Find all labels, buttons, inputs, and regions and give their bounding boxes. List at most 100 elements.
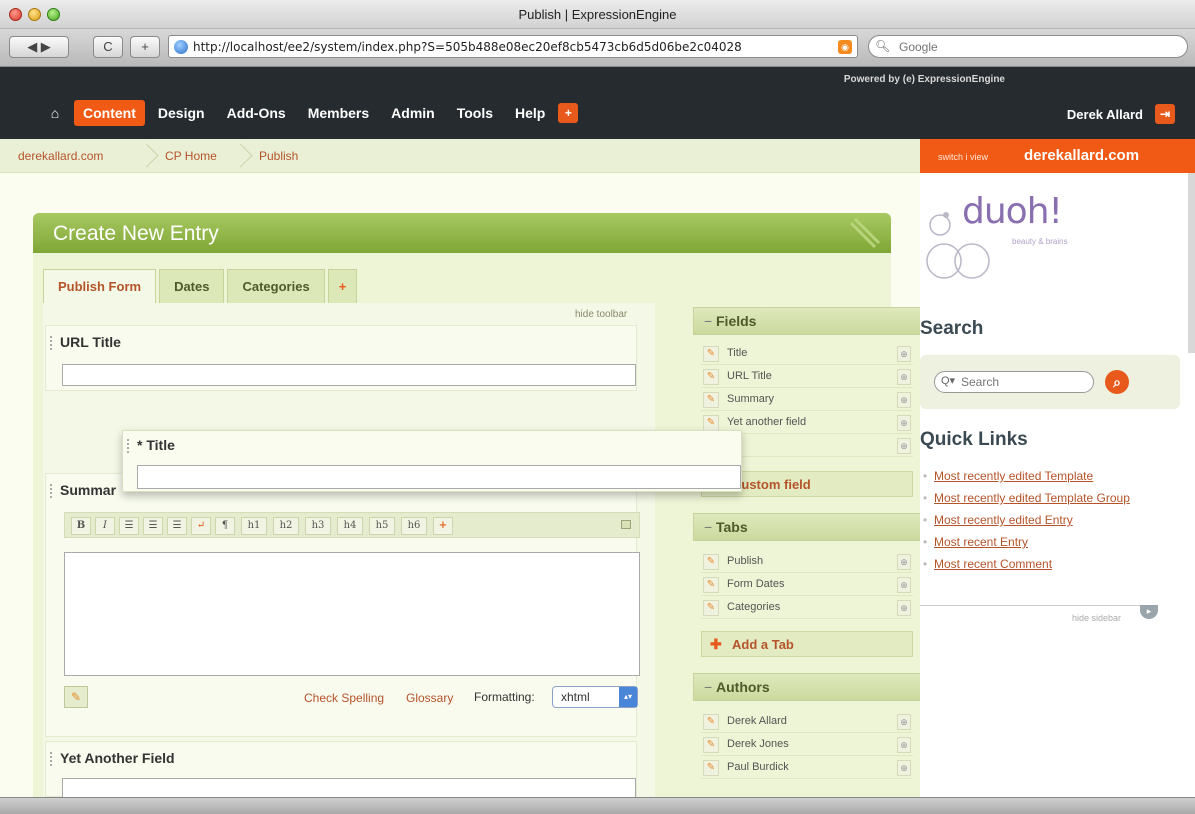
- formatting-toolbar: B I ☰ ☰ ☰ ↵ ¶ h1 h2 h3 h4 h5 h6 +: [64, 512, 640, 538]
- nav-add-ons[interactable]: Add-Ons: [218, 100, 295, 126]
- check-spelling-link[interactable]: Check Spelling: [304, 691, 384, 705]
- add-bookmark-button[interactable]: +: [130, 36, 160, 58]
- scrollbar[interactable]: [1188, 173, 1195, 353]
- visibility-icon[interactable]: ⊕: [897, 600, 911, 616]
- edit-pencil-icon[interactable]: ✎: [703, 554, 719, 570]
- nav-help[interactable]: Help: [506, 100, 554, 126]
- hide-sidebar-link[interactable]: hide sidebar: [1072, 613, 1121, 623]
- title-input[interactable]: [137, 465, 741, 489]
- url-title-input[interactable]: [62, 364, 636, 386]
- ordered-list-button[interactable]: ☰: [143, 517, 163, 535]
- panel-header: Create New Entry: [33, 213, 891, 253]
- sidebar-search-field[interactable]: Q▾: [934, 371, 1094, 393]
- edit-pencil-icon[interactable]: ✎: [703, 369, 719, 385]
- collapse-sidebar-icon[interactable]: ▸: [1140, 605, 1158, 619]
- edit-pencil-icon[interactable]: ✎: [64, 686, 88, 708]
- nav-admin[interactable]: Admin: [382, 100, 444, 126]
- nav-content[interactable]: Content: [74, 100, 145, 126]
- h1-button[interactable]: h1: [241, 517, 267, 535]
- search-submit-icon[interactable]: ⌕: [1105, 370, 1129, 394]
- tabs-section-header[interactable]: Tabs: [693, 513, 921, 541]
- drag-handle[interactable]: [50, 752, 53, 766]
- bold-button[interactable]: B: [71, 517, 91, 535]
- visibility-icon[interactable]: ⊕: [897, 415, 911, 431]
- title-field-dragging[interactable]: * Title: [122, 430, 742, 492]
- edit-pencil-icon[interactable]: ✎: [703, 714, 719, 730]
- quick-link[interactable]: Most recently edited Template Group: [934, 491, 1130, 505]
- field-label: URL Title: [60, 334, 121, 350]
- url-input[interactable]: [193, 38, 823, 56]
- visibility-icon[interactable]: ⊕: [897, 392, 911, 408]
- drag-handle[interactable]: [50, 484, 53, 498]
- line-break-button[interactable]: ↵: [191, 517, 211, 535]
- quick-link[interactable]: Most recently edited Template: [934, 469, 1093, 483]
- edit-pencil-icon[interactable]: ✎: [703, 346, 719, 362]
- username-link[interactable]: Derek Allard: [1067, 107, 1143, 122]
- edit-pencil-icon[interactable]: ✎: [703, 737, 719, 753]
- summary-textarea[interactable]: [64, 552, 640, 676]
- layout-field-row: ✎ URL Title ⊕: [701, 366, 913, 388]
- h5-button[interactable]: h5: [369, 517, 395, 535]
- breadcrumb-site[interactable]: derekallard.com: [18, 149, 103, 163]
- visibility-icon[interactable]: ⊕: [897, 577, 911, 593]
- google-search-box[interactable]: 🔍︎: [868, 35, 1188, 58]
- tab-categories[interactable]: Categories: [227, 269, 325, 303]
- add-tab-action-button[interactable]: ✚ Add a Tab: [701, 631, 913, 657]
- edit-pencil-icon[interactable]: ✎: [703, 577, 719, 593]
- add-tab-button[interactable]: +: [327, 269, 358, 303]
- address-bar[interactable]: ◉: [168, 35, 858, 58]
- nav-design[interactable]: Design: [149, 100, 214, 126]
- drag-handle[interactable]: [127, 439, 130, 453]
- site-switcher[interactable]: switch i view derekallard.com: [920, 139, 1195, 173]
- rss-icon[interactable]: ◉: [838, 40, 852, 54]
- visibility-icon[interactable]: ⊕: [897, 554, 911, 570]
- fields-section-header[interactable]: Fields: [693, 307, 921, 335]
- blockquote-button[interactable]: ☰: [167, 517, 187, 535]
- glossary-link[interactable]: Glossary: [406, 691, 453, 705]
- collapse-toolbar-icon[interactable]: [621, 520, 631, 529]
- quick-link[interactable]: Most recent Entry: [934, 535, 1028, 549]
- tab-publish-form[interactable]: Publish Form: [43, 269, 157, 304]
- drag-handle[interactable]: [50, 336, 53, 350]
- edit-pencil-icon[interactable]: ✎: [703, 392, 719, 408]
- quick-link[interactable]: Most recently edited Entry: [934, 513, 1073, 527]
- italic-button[interactable]: I: [95, 517, 115, 535]
- h6-button[interactable]: h6: [401, 517, 427, 535]
- unordered-list-button[interactable]: ☰: [119, 517, 139, 535]
- add-button-icon[interactable]: +: [433, 517, 453, 535]
- main-nav: ⌂ Content Design Add-Ons Members Admin T…: [40, 100, 579, 128]
- nav-tools[interactable]: Tools: [448, 100, 502, 126]
- home-icon[interactable]: ⌂: [40, 100, 70, 126]
- visibility-icon[interactable]: ⊕: [897, 737, 911, 753]
- back-forward-button[interactable]: ◀ ▶: [9, 36, 69, 58]
- visibility-icon[interactable]: ⊕: [897, 346, 911, 362]
- yet-another-input[interactable]: [62, 778, 636, 798]
- search-icon: Q▾: [941, 375, 956, 387]
- visibility-icon[interactable]: ⊕: [897, 438, 911, 454]
- yet-another-field: Yet Another Field: [45, 741, 637, 798]
- google-search-input[interactable]: [899, 38, 1179, 56]
- authors-section-header[interactable]: Authors: [693, 673, 921, 701]
- reload-button[interactable]: C: [93, 36, 123, 58]
- add-nav-item-button[interactable]: +: [558, 103, 579, 123]
- quick-link[interactable]: Most recent Comment: [934, 557, 1052, 571]
- visibility-icon[interactable]: ⊕: [897, 369, 911, 385]
- visibility-icon[interactable]: ⊕: [897, 714, 911, 730]
- sidebar-search-input[interactable]: [961, 374, 1085, 390]
- paragraph-button[interactable]: ¶: [215, 517, 235, 535]
- h4-button[interactable]: h4: [337, 517, 363, 535]
- logout-icon[interactable]: ⇥: [1155, 104, 1175, 124]
- h2-button[interactable]: h2: [273, 517, 299, 535]
- tab-dates[interactable]: Dates: [159, 269, 225, 303]
- visibility-icon[interactable]: ⊕: [897, 760, 911, 776]
- edit-pencil-icon[interactable]: ✎: [703, 415, 719, 431]
- h3-button[interactable]: h3: [305, 517, 331, 535]
- nav-members[interactable]: Members: [299, 100, 378, 126]
- breadcrumb-cp-home[interactable]: CP Home: [165, 149, 217, 163]
- edit-pencil-icon[interactable]: ✎: [703, 600, 719, 616]
- formatting-select[interactable]: xhtml ▴▾: [552, 686, 638, 708]
- author-row: ✎ Derek Jones ⊕: [701, 734, 913, 756]
- current-site-name[interactable]: derekallard.com: [1024, 147, 1139, 164]
- edit-pencil-icon[interactable]: ✎: [703, 760, 719, 776]
- hide-toolbar-link[interactable]: hide toolbar: [575, 309, 627, 320]
